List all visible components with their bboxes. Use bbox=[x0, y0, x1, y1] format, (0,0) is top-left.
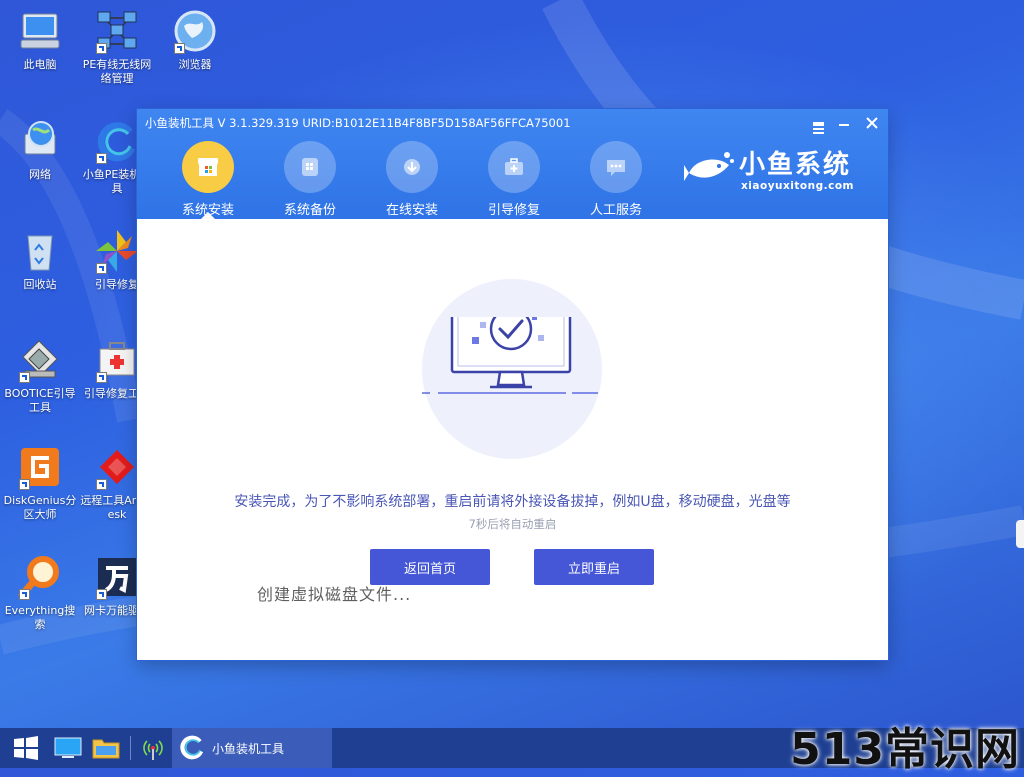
xiaoyu-app-icon bbox=[180, 735, 204, 759]
shortcut-arrow-icon bbox=[174, 43, 185, 54]
minimize-icon[interactable] bbox=[833, 113, 855, 133]
background-progress-text: 创建虚拟磁盘文件... bbox=[257, 585, 412, 604]
shortcut-arrow-icon bbox=[96, 263, 107, 274]
close-icon[interactable] bbox=[861, 113, 883, 133]
window-title: 小鱼装机工具 V 3.1.329.319 URID:B1012E11B4F8BF… bbox=[145, 116, 571, 130]
computer-icon bbox=[20, 13, 60, 49]
xiaoyu-installer-window: 小鱼装机工具 V 3.1.329.319 URID:B1012E11B4F8BF… bbox=[137, 109, 888, 660]
main-nav: 系统安装 系统备份 在线安装 引导修复 人工服务 bbox=[157, 139, 667, 219]
side-pull-tab[interactable] bbox=[1016, 520, 1024, 548]
taskbar-app-label: 小鱼装机工具 bbox=[212, 741, 285, 756]
shortcut-arrow-icon bbox=[96, 589, 107, 600]
desktop-icon-everything[interactable]: Everything搜索 bbox=[1, 554, 79, 632]
shortcut-arrow-icon bbox=[19, 589, 30, 600]
windows-logo-icon bbox=[14, 736, 38, 760]
window-header: 小鱼装机工具 V 3.1.329.319 URID:B1012E11B4F8BF… bbox=[137, 109, 888, 219]
shortcut-arrow-icon bbox=[96, 153, 107, 164]
start-button[interactable] bbox=[6, 728, 46, 768]
shortcut-arrow-icon bbox=[19, 372, 30, 383]
download-icon bbox=[404, 159, 420, 175]
desktop-icon-network-manager[interactable]: PE有线无线网络管理 bbox=[78, 8, 156, 86]
nav-manual-service[interactable]: 人工服务 bbox=[565, 139, 667, 219]
fish-logo-icon bbox=[684, 152, 735, 181]
wireless-antenna-icon bbox=[143, 740, 163, 760]
shortcut-arrow-icon bbox=[96, 479, 107, 490]
nav-label: 系统安装 bbox=[181, 203, 234, 218]
desktop-icon-this-pc[interactable]: 此电脑 bbox=[1, 8, 79, 72]
network-globe-icon bbox=[24, 121, 56, 155]
folder-icon bbox=[92, 739, 120, 759]
monitor-icon bbox=[54, 737, 82, 758]
nav-label: 引导修复 bbox=[487, 203, 540, 218]
menu-icon[interactable] bbox=[807, 113, 829, 134]
nav-label: 在线安装 bbox=[385, 203, 438, 218]
nav-system-backup[interactable]: 系统备份 bbox=[259, 139, 361, 219]
shortcut-arrow-icon bbox=[96, 43, 107, 54]
site-watermark: 513常识网 bbox=[790, 724, 1020, 775]
taskbar-app-xiaoyu[interactable]: 小鱼装机工具 bbox=[172, 728, 332, 768]
chat-icon bbox=[607, 160, 625, 176]
shortcut-arrow-icon bbox=[96, 372, 107, 383]
toolbox-icon bbox=[505, 158, 523, 175]
backup-icon bbox=[302, 158, 318, 176]
install-complete-message: 安装完成，为了不影响系统部署，重启前请将外接设备拔掉，例如U盘，移动硬盘，光盘等 bbox=[234, 494, 791, 510]
system-install-icon bbox=[198, 158, 218, 176]
back-home-button[interactable]: 返回首页 bbox=[370, 549, 490, 585]
shortcut-arrow-icon bbox=[19, 479, 30, 490]
brand-logo: 小鱼系统 xiaoyuxitong.com bbox=[683, 149, 854, 193]
taskbar-network[interactable] bbox=[136, 728, 170, 768]
taskbar-desktop[interactable] bbox=[50, 728, 86, 768]
monitor-check-icon bbox=[422, 317, 598, 394]
nav-online-install[interactable]: 在线安装 bbox=[361, 139, 463, 219]
nav-boot-repair[interactable]: 引导修复 bbox=[463, 139, 565, 219]
recycle-bin-icon bbox=[27, 235, 53, 271]
desktop-icon-network[interactable]: 网络 bbox=[1, 118, 79, 182]
nav-label: 人工服务 bbox=[589, 203, 642, 218]
nav-system-install[interactable]: 系统安装 bbox=[157, 139, 259, 219]
brand-name: 小鱼系统 bbox=[739, 150, 852, 180]
taskbar-file-explorer[interactable] bbox=[88, 728, 124, 768]
desktop-icon-diskgenius[interactable]: DiskGenius分区大师 bbox=[1, 444, 79, 522]
desktop-icon-browser[interactable]: 浏览器 bbox=[156, 8, 234, 72]
nav-label: 系统备份 bbox=[283, 203, 336, 218]
window-content: 安装完成，为了不影响系统部署，重启前请将外接设备拔掉，例如U盘，移动硬盘，光盘等… bbox=[137, 219, 888, 660]
restart-now-button[interactable]: 立即重启 bbox=[534, 549, 654, 585]
brand-url: xiaoyuxitong.com bbox=[741, 180, 854, 192]
desktop-icon-bootice[interactable]: BOOTICE引导工具 bbox=[1, 337, 79, 415]
restart-countdown: 7秒后将自动重启 bbox=[468, 517, 557, 531]
taskbar-separator bbox=[130, 736, 131, 760]
success-illustration bbox=[422, 279, 602, 459]
desktop-icon-recycle-bin[interactable]: 回收站 bbox=[1, 228, 79, 292]
